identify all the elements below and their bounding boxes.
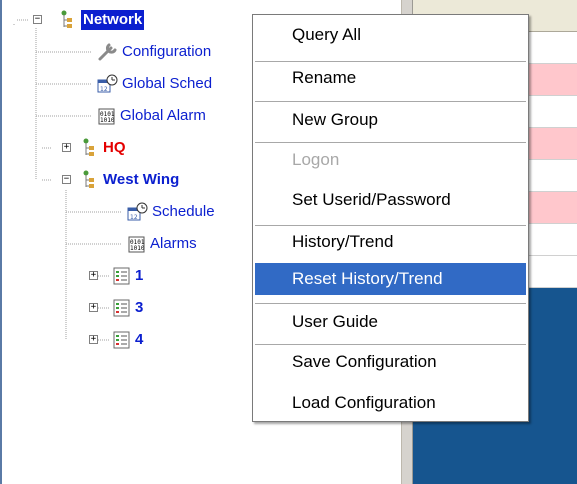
expand-device-3-toggle[interactable]: + xyxy=(89,303,98,312)
tree-node-global-alarms[interactable]: 0101 1010 Global Alarm xyxy=(97,106,206,126)
schedule-icon: 12 xyxy=(97,74,118,93)
menu-item-logon[interactable]: Logon xyxy=(255,144,526,176)
network-icon xyxy=(83,138,94,156)
device-list-icon xyxy=(113,267,130,285)
tree-node-device-1[interactable]: 1 xyxy=(112,266,143,286)
expand-hq-toggle[interactable]: + xyxy=(62,143,71,152)
collapse-network-toggle[interactable]: − xyxy=(33,15,42,24)
alarm-icon: 0101 1010 xyxy=(98,108,115,125)
menu-item-set-userid-password[interactable]: Set Userid/Password xyxy=(255,184,526,216)
tree-node-hq[interactable]: HQ xyxy=(80,138,126,158)
menu-item-history-trend[interactable]: History/Trend xyxy=(255,226,526,258)
menu-item-user-guide[interactable]: User Guide xyxy=(255,306,526,338)
menu-separator xyxy=(255,303,526,304)
expand-device-4-toggle[interactable]: + xyxy=(89,335,98,344)
menu-item-rename[interactable]: Rename xyxy=(255,62,526,94)
tree-label-configuration: Configuration xyxy=(122,43,212,60)
tree-node-device-4[interactable]: 4 xyxy=(112,330,143,350)
tree-node-device-3[interactable]: 3 xyxy=(112,298,143,318)
tree-node-west-wing[interactable]: West Wing xyxy=(80,170,179,190)
tree-label-west-wing: West Wing xyxy=(103,171,180,188)
expand-device-1-toggle[interactable]: + xyxy=(89,271,98,280)
schedule-icon: 12 xyxy=(127,202,148,221)
tree-node-configuration[interactable]: Configuration xyxy=(97,42,211,62)
menu-item-load-configuration[interactable]: Load Configuration xyxy=(255,387,526,419)
tree-node-global-schedule[interactable]: 12 Global Sched xyxy=(97,74,212,94)
tree-label-global-alarms: Global Alarm xyxy=(120,107,206,124)
tree-label-device-3: 3 xyxy=(135,299,144,316)
menu-separator xyxy=(255,344,526,345)
menu-separator xyxy=(255,142,526,143)
menu-item-query-all[interactable]: Query All xyxy=(255,19,526,51)
menu-item-save-configuration[interactable]: Save Configuration xyxy=(255,346,526,378)
tree-label-network: Network xyxy=(81,10,145,30)
context-menu: Query All Rename New Group Logon Set Use… xyxy=(252,14,529,422)
tree-label-hq: HQ xyxy=(103,139,126,156)
svg-text:1010: 1010 xyxy=(130,245,145,252)
menu-item-reset-history-trend[interactable]: Reset History/Trend xyxy=(255,263,526,295)
application-window: − + − + + + Network Configuration 12 Glo… xyxy=(0,0,577,484)
wrench-icon xyxy=(98,43,117,61)
collapse-west-wing-toggle[interactable]: − xyxy=(62,175,71,184)
svg-text:12: 12 xyxy=(100,86,108,93)
tree-label-device-4: 4 xyxy=(135,331,144,348)
device-list-icon xyxy=(113,331,130,349)
svg-text:12: 12 xyxy=(130,214,138,221)
alarm-icon: 0101 1010 xyxy=(128,236,145,253)
tree-node-network[interactable]: Network xyxy=(58,10,145,30)
network-icon xyxy=(61,10,72,28)
tree-node-alarms[interactable]: 0101 1010 Alarms xyxy=(127,234,197,254)
tree-label-device-1: 1 xyxy=(135,267,144,284)
svg-text:1010: 1010 xyxy=(100,117,115,124)
tree-label-schedule: Schedule xyxy=(152,203,215,220)
menu-item-new-group[interactable]: New Group xyxy=(255,104,526,136)
tree-label-global-schedule: Global Sched xyxy=(122,75,213,92)
tree-label-alarms: Alarms xyxy=(150,235,197,252)
menu-separator xyxy=(255,101,526,102)
device-list-icon xyxy=(113,299,130,317)
network-icon xyxy=(83,170,94,188)
tree-node-schedule[interactable]: 12 Schedule xyxy=(127,202,215,222)
